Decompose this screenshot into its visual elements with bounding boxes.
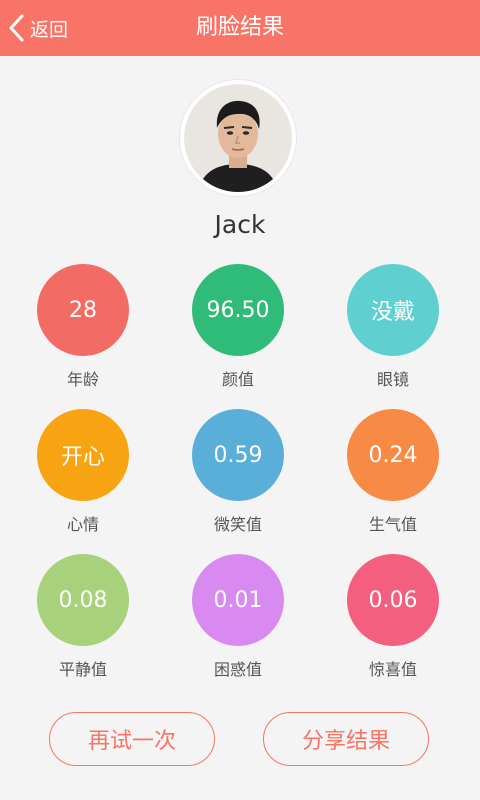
result-value: 开心 xyxy=(60,445,105,470)
result-label: 年龄 xyxy=(66,370,99,389)
result-age: 28 年龄 xyxy=(23,264,143,390)
result-circle: 0.01 xyxy=(192,554,284,646)
result-circle: 开心 xyxy=(37,409,129,501)
result-label: 平静值 xyxy=(58,660,107,679)
chevron-left-icon xyxy=(9,14,24,42)
result-angry: 0.24 生气值 xyxy=(333,409,453,535)
result-label: 微笑值 xyxy=(213,515,262,534)
result-calm: 0.08 平静值 xyxy=(23,554,143,680)
result-label: 困惑值 xyxy=(213,660,262,679)
result-label: 眼镜 xyxy=(376,370,409,389)
user-name: Jack xyxy=(214,210,266,239)
result-surprised: 0.06 惊喜值 xyxy=(333,554,453,680)
result-label: 惊喜值 xyxy=(368,660,417,679)
result-value: 没戴 xyxy=(370,300,415,325)
result-circle: 0.59 xyxy=(192,409,284,501)
result-value: 28 xyxy=(69,297,97,323)
page-title: 刷脸结果 xyxy=(195,15,284,40)
user-photo xyxy=(184,84,292,192)
header-bar: 返回 刷脸结果 xyxy=(0,0,480,56)
result-circle: 0.06 xyxy=(347,554,439,646)
share-button[interactable]: 分享结果 xyxy=(263,712,429,766)
result-value: 0.06 xyxy=(368,587,418,613)
result-value: 0.08 xyxy=(58,587,108,613)
back-button[interactable]: 返回 xyxy=(8,10,68,46)
result-label: 心情 xyxy=(66,515,99,534)
result-circle: 96.50 xyxy=(192,264,284,356)
result-label: 颜值 xyxy=(221,370,254,389)
result-value: 0.59 xyxy=(213,442,263,468)
result-value: 0.24 xyxy=(368,442,418,468)
retry-button[interactable]: 再试一次 xyxy=(49,712,215,766)
result-value: 0.01 xyxy=(213,587,263,613)
result-confused: 0.01 困惑值 xyxy=(178,554,298,680)
result-smile: 0.59 微笑值 xyxy=(178,409,298,535)
result-circle: 0.08 xyxy=(37,554,129,646)
result-circle: 0.24 xyxy=(347,409,439,501)
result-beauty: 96.50 颜值 xyxy=(178,264,298,390)
back-label: 返回 xyxy=(30,18,69,41)
avatar xyxy=(180,80,296,196)
result-value: 96.50 xyxy=(206,297,270,323)
result-glasses: 没戴 眼镜 xyxy=(333,264,453,390)
result-mood: 开心 心情 xyxy=(23,409,143,535)
result-circle: 没戴 xyxy=(347,264,439,356)
result-circle: 28 xyxy=(37,264,129,356)
result-label: 生气值 xyxy=(368,515,417,534)
